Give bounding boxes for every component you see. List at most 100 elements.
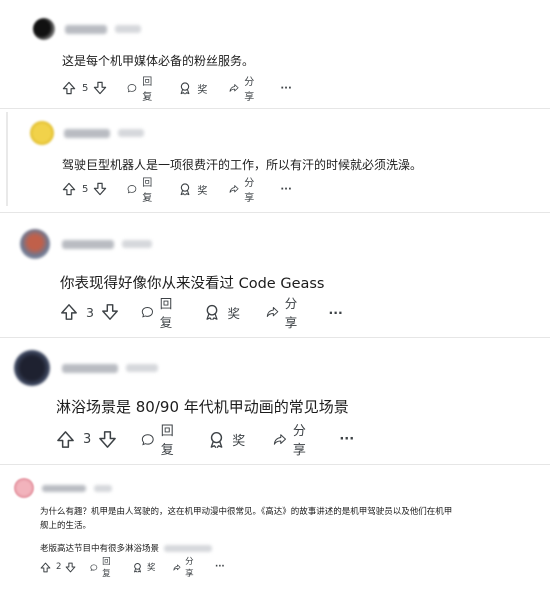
award-label: 奖 xyxy=(232,433,246,449)
vote-count: 5 xyxy=(82,183,89,195)
share-label: 分享 xyxy=(292,424,306,458)
reply-icon xyxy=(142,433,154,445)
share-button[interactable]: 分享 xyxy=(173,555,197,579)
upvote-button[interactable] xyxy=(62,81,76,95)
share-button[interactable]: 分享 xyxy=(229,174,258,204)
award-icon xyxy=(210,431,223,448)
username[interactable] xyxy=(64,128,110,138)
vote-count: 2 xyxy=(56,562,62,572)
downvote-icon xyxy=(94,182,107,196)
downvote-button[interactable] xyxy=(65,562,76,573)
username[interactable] xyxy=(62,239,114,249)
share-button[interactable]: 分享 xyxy=(229,73,258,103)
comment-4-header xyxy=(14,350,158,386)
thread-line[interactable] xyxy=(6,112,8,206)
avatar[interactable] xyxy=(20,229,50,259)
award-label: 奖 xyxy=(146,563,156,573)
more-options-button[interactable]: ··· xyxy=(280,184,291,195)
comment-text: 这是每个机甲媒体必备的粉丝服务。 xyxy=(62,54,255,68)
comment-text-visible: 老版高达节目中有很多淋浴场景 xyxy=(40,544,160,554)
reply-label: 回复 xyxy=(142,77,153,103)
timestamp xyxy=(115,25,141,33)
reply-label: 回复 xyxy=(160,424,174,458)
upvote-button[interactable] xyxy=(56,430,75,449)
downvote-button[interactable] xyxy=(98,430,117,449)
timestamp xyxy=(122,240,152,248)
share-label: 分享 xyxy=(284,296,298,330)
award-button[interactable]: 奖 xyxy=(207,430,245,449)
award-icon xyxy=(181,82,190,95)
avatar[interactable] xyxy=(14,478,34,498)
reply-label: 回复 xyxy=(142,178,153,204)
divider xyxy=(0,337,550,338)
comment-actions: 3 回复 奖 分享 ··· xyxy=(60,296,343,330)
avatar[interactable] xyxy=(33,18,55,40)
upvote-button[interactable] xyxy=(60,303,78,321)
upvote-icon xyxy=(40,562,51,572)
more-icon: ··· xyxy=(280,82,292,94)
downvote-button[interactable] xyxy=(101,303,119,321)
downvote-button[interactable] xyxy=(93,81,107,95)
reply-button[interactable]: 回复 xyxy=(141,293,178,331)
username[interactable] xyxy=(65,24,107,34)
upvote-button[interactable] xyxy=(62,182,76,196)
comment-actions: 2 回复 奖 分享 ··· xyxy=(40,557,225,579)
share-icon xyxy=(229,185,239,193)
username[interactable] xyxy=(42,484,86,492)
reply-button[interactable]: 回复 xyxy=(141,420,179,458)
comment-3-header xyxy=(20,229,152,259)
more-icon: ··· xyxy=(339,431,355,447)
username[interactable] xyxy=(62,363,118,373)
comment-2-header xyxy=(30,121,144,145)
more-options-button[interactable]: ··· xyxy=(329,305,343,320)
more-icon: ··· xyxy=(328,304,343,320)
award-label: 奖 xyxy=(197,84,208,96)
share-icon xyxy=(229,84,239,92)
award-button[interactable]: 奖 xyxy=(132,561,156,573)
avatar[interactable] xyxy=(30,121,54,145)
reply-label: 回复 xyxy=(102,557,111,579)
share-label: 分享 xyxy=(244,178,255,204)
vote-count: 5 xyxy=(82,82,89,94)
reply-button[interactable]: 回复 xyxy=(90,555,114,579)
downvote-icon xyxy=(102,304,118,320)
comment-5-header xyxy=(14,478,112,498)
share-label: 分享 xyxy=(185,557,194,579)
share-icon xyxy=(266,307,279,317)
upvote-icon xyxy=(57,430,74,448)
reply-button[interactable]: 回复 xyxy=(127,73,156,103)
more-options-button[interactable]: ··· xyxy=(280,83,291,94)
comment-text-line-3: 老版高达节目中有很多淋浴场景 xyxy=(40,542,212,554)
divider xyxy=(0,108,550,109)
award-icon xyxy=(206,304,219,321)
vote-count: 3 xyxy=(86,304,94,320)
share-button[interactable]: 分享 xyxy=(266,293,303,331)
award-icon xyxy=(133,562,141,573)
downvote-icon xyxy=(99,430,117,448)
downvote-icon xyxy=(94,81,107,95)
divider xyxy=(0,464,550,465)
award-button[interactable]: 奖 xyxy=(203,303,240,322)
more-options-button[interactable]: ··· xyxy=(215,562,225,572)
reply-icon xyxy=(141,307,153,318)
share-icon xyxy=(274,433,287,445)
share-button[interactable]: 分享 xyxy=(273,420,311,458)
award-button[interactable]: 奖 xyxy=(178,81,207,96)
comment-text-line-1: 为什么有趣？机甲是由人驾驶的，这在机甲动漫中很常见。《高达》的故事讲述的是机甲驾… xyxy=(40,507,453,517)
award-button[interactable]: 奖 xyxy=(178,182,207,197)
share-icon xyxy=(173,563,181,571)
comment-text: 淋浴场景是 80/90 年代机甲动画的常见场景 xyxy=(56,398,349,416)
upvote-icon xyxy=(62,182,76,196)
award-label: 奖 xyxy=(227,305,240,321)
comment-actions: 5 回复 奖 分享 ··· xyxy=(62,178,292,204)
share-label: 分享 xyxy=(244,77,255,103)
avatar[interactable] xyxy=(14,350,50,386)
more-options-button[interactable]: ··· xyxy=(339,432,354,447)
downvote-icon xyxy=(66,562,76,572)
reply-label: 回复 xyxy=(159,296,173,330)
comment-actions: 3 回复 奖 分享 ··· xyxy=(56,424,354,458)
upvote-button[interactable] xyxy=(40,562,51,573)
timestamp xyxy=(94,484,112,492)
downvote-button[interactable] xyxy=(93,182,107,196)
reply-button[interactable]: 回复 xyxy=(127,174,156,204)
